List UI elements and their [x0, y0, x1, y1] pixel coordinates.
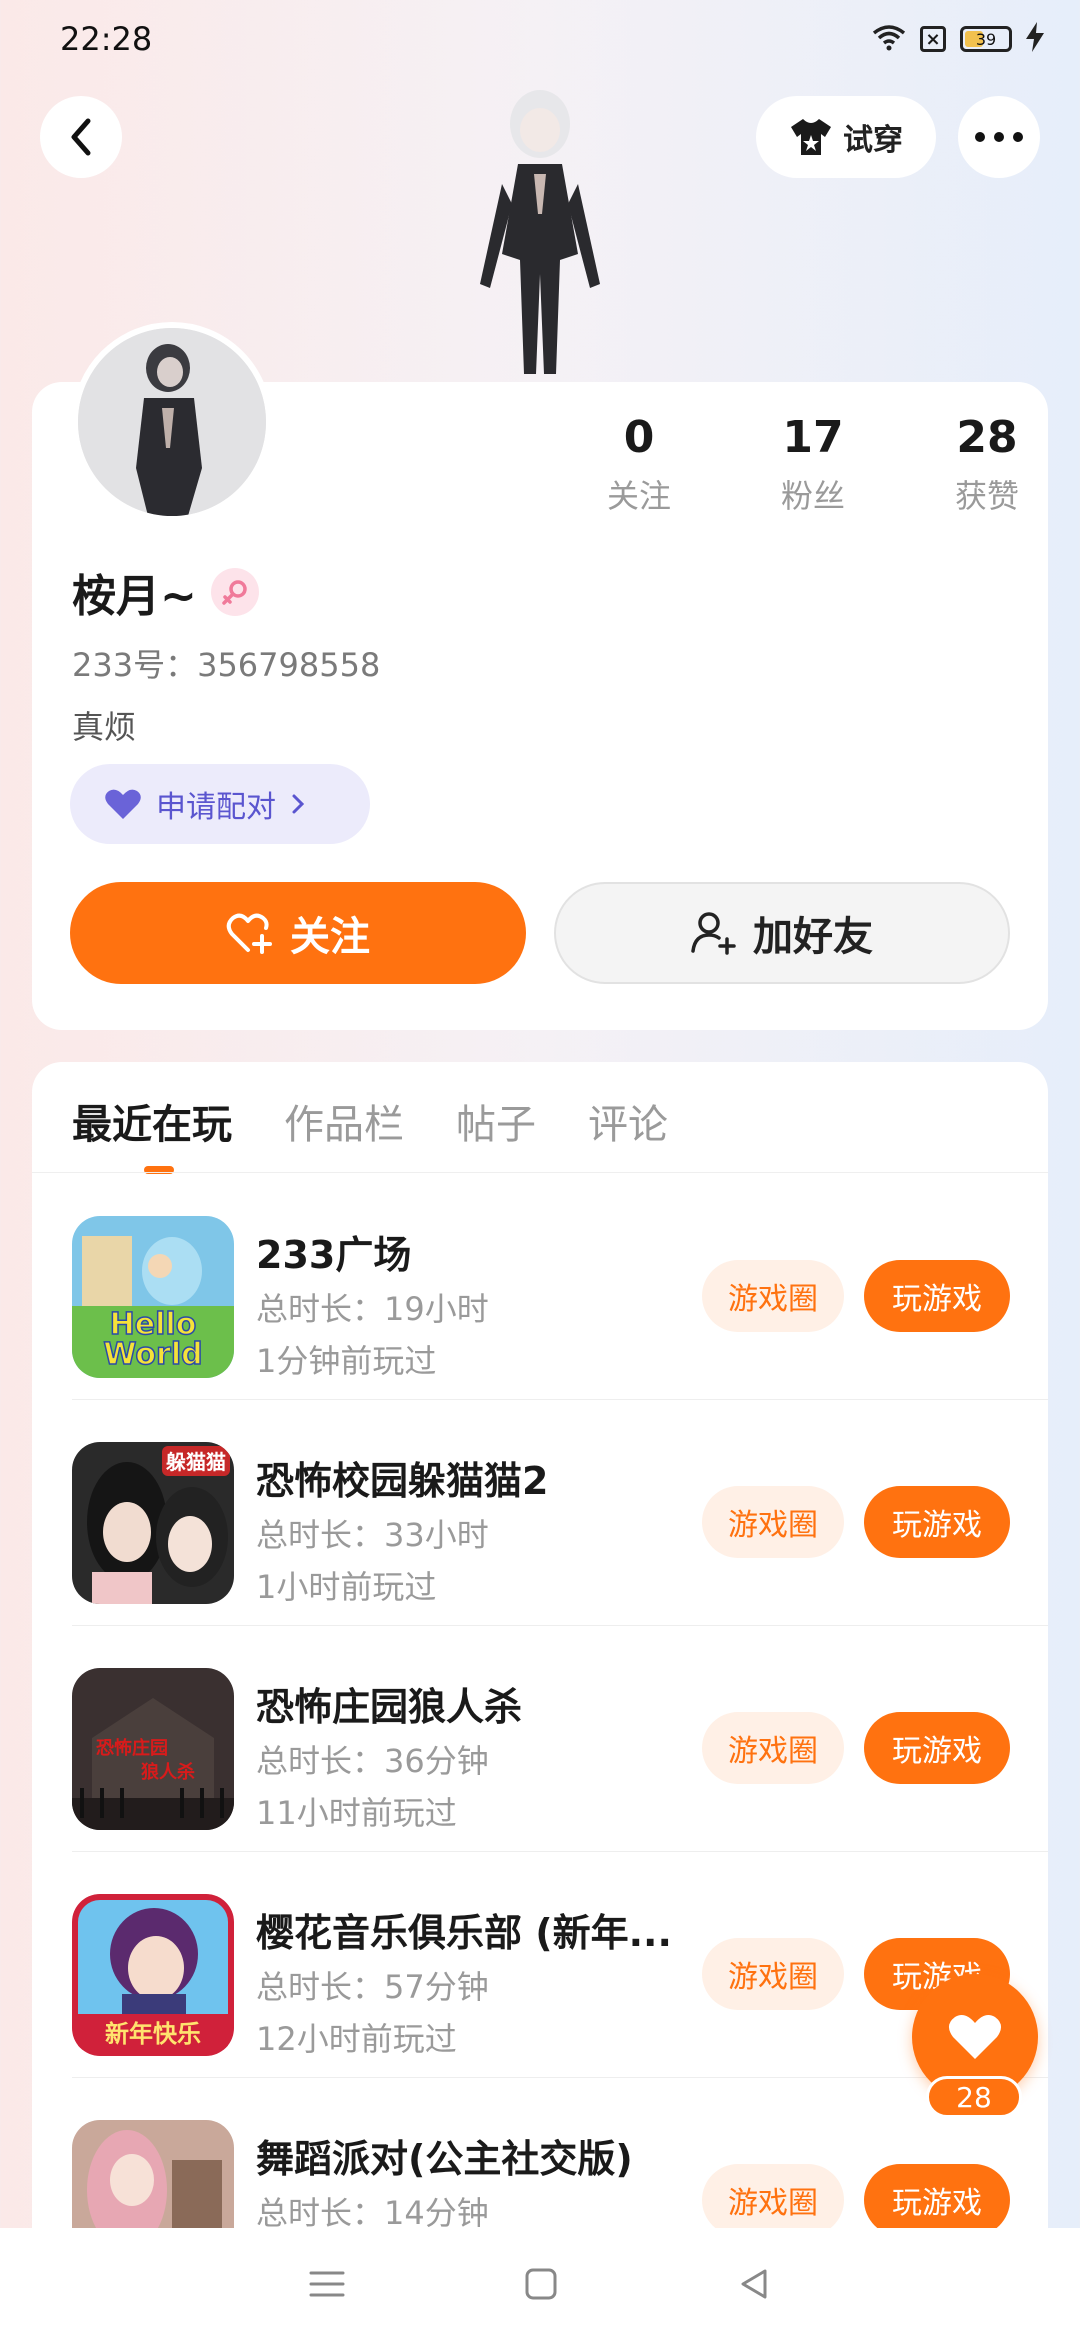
chevron-right-icon — [292, 794, 305, 814]
game-icon: Hello World — [72, 1216, 234, 1378]
play-game-button[interactable]: 玩游戏 — [864, 1260, 1010, 1332]
game-icon: 躲猫猫 — [72, 1442, 234, 1604]
stat-followers[interactable]: 17 粉丝 — [726, 412, 900, 517]
game-last-played: 11小时前玩过 — [256, 1794, 457, 1832]
game-last-played: 12小时前玩过 — [256, 2020, 457, 2058]
play-game-button[interactable]: 玩游戏 — [864, 1486, 1010, 1558]
system-nav-bar — [0, 2228, 1080, 2340]
sim-off-icon: × — [920, 26, 946, 52]
stat-label: 关注 — [606, 477, 671, 515]
svg-text:新年快乐: 新年快乐 — [105, 2020, 201, 2048]
list-item[interactable]: 躲猫猫 恐怖校园躲猫猫2 总时长：33小时 1小时前玩过 游戏圈 玩游戏 — [32, 1400, 1048, 1626]
user-name: 桉月~ — [72, 571, 197, 622]
profile-card: 0 关注 17 粉丝 28 获赞 桉月~ 233号：356798558 真烦 申… — [32, 322, 1048, 1030]
game-circle-button[interactable]: 游戏圈 — [702, 1712, 844, 1784]
follow-button[interactable]: 关注 — [70, 882, 526, 984]
game-title: 233广场 — [256, 1233, 412, 1277]
heart-icon — [105, 789, 141, 819]
female-gender-icon — [210, 568, 259, 616]
game-duration: 总时长：33小时 — [256, 1516, 489, 1554]
play-game-button[interactable]: 玩游戏 — [864, 1712, 1010, 1784]
wifi-icon — [872, 23, 906, 55]
user-id: 233号：356798558 — [72, 646, 381, 684]
heart-plus-icon — [226, 913, 272, 954]
game-title: 舞蹈派对(公主社交版) — [256, 2137, 633, 2181]
svg-text:恐怖庄园: 恐怖庄园 — [96, 1737, 168, 1759]
heart-icon — [948, 2015, 1002, 2059]
tab-recently-played[interactable]: 最近在玩 — [72, 1092, 232, 1150]
add-friend-button[interactable]: 加好友 — [554, 882, 1010, 984]
play-game-button[interactable]: 玩游戏 — [864, 2164, 1010, 2236]
list-item[interactable]: Hello World 233广场 总时长：19小时 1分钟前玩过 游戏圈 玩游… — [32, 1174, 1048, 1400]
game-icon: 新年快乐 — [72, 1894, 234, 2056]
battery-icon: 39 — [960, 26, 1012, 52]
stat-value: 17 — [782, 412, 844, 463]
game-duration: 总时长：57分钟 — [256, 1968, 489, 2006]
profile-tabs: 最近在玩 作品栏 帖子 评论 — [72, 1092, 668, 1150]
status-icons: × 39 — [872, 22, 1044, 56]
stat-following[interactable]: 0 关注 — [552, 412, 726, 517]
game-title: 恐怖校园躲猫猫2 — [256, 1459, 549, 1503]
status-time: 22:28 — [60, 20, 153, 58]
home-icon[interactable] — [524, 2267, 558, 2301]
status-bar: 22:28 × 39 — [0, 0, 1080, 80]
battery-level: 39 — [975, 29, 997, 49]
tshirt-icon — [791, 119, 831, 155]
request-match-label: 申请配对 — [156, 790, 276, 825]
avatar[interactable] — [72, 322, 272, 522]
stat-likes[interactable]: 28 获赞 — [900, 412, 1074, 517]
game-last-played: 1小时前玩过 — [256, 1568, 437, 1606]
profile-stats: 0 关注 17 粉丝 28 获赞 — [552, 412, 1074, 517]
follow-label: 关注 — [290, 914, 370, 960]
game-circle-button[interactable]: 游戏圈 — [702, 1938, 844, 2010]
request-match-button[interactable]: 申请配对 — [70, 764, 370, 844]
svg-text:狼人杀: 狼人杀 — [141, 1761, 195, 1783]
game-duration: 总时长：36分钟 — [256, 1742, 489, 1780]
game-circle-button[interactable]: 游戏圈 — [702, 2164, 844, 2236]
add-user-icon — [691, 912, 736, 955]
try-on-button[interactable]: 试穿 — [756, 96, 936, 178]
svg-text:World: World — [103, 1337, 202, 1372]
back-nav-icon[interactable] — [737, 2267, 771, 2301]
hero-avatar-figure — [460, 84, 620, 384]
game-duration: 总时长：19小时 — [256, 1290, 489, 1328]
stat-label: 粉丝 — [780, 477, 845, 515]
tab-works[interactable]: 作品栏 — [284, 1092, 404, 1150]
divider — [32, 1172, 1048, 1173]
like-count-badge: 28 — [926, 2076, 1022, 2118]
menu-icon[interactable] — [309, 2269, 345, 2299]
list-item[interactable]: 新年快乐 樱花音乐俱乐部 (新年... 总时长：57分钟 12小时前玩过 游戏圈… — [32, 1852, 1048, 2078]
try-on-label: 试穿 — [843, 123, 903, 158]
game-circle-button[interactable]: 游戏圈 — [702, 1486, 844, 1558]
list-item[interactable]: 恐怖庄园 狼人杀 恐怖庄园狼人杀 总时长：36分钟 11小时前玩过 游戏圈 玩游… — [32, 1626, 1048, 1852]
add-friend-label: 加好友 — [753, 914, 873, 960]
name-row: 桉月~ — [72, 560, 259, 624]
chevron-left-icon — [71, 118, 91, 156]
stat-value: 28 — [956, 412, 1018, 463]
content-card: 最近在玩 作品栏 帖子 评论 Hello World 233广场 总时长：19小… — [32, 1062, 1048, 2340]
charging-icon — [1026, 22, 1044, 56]
game-circle-button[interactable]: 游戏圈 — [702, 1260, 844, 1332]
more-button[interactable] — [958, 96, 1040, 178]
user-bio: 真烦 — [72, 708, 137, 746]
game-title: 恐怖庄园狼人杀 — [256, 1685, 523, 1729]
stat-label: 获赞 — [954, 477, 1019, 515]
game-icon: 恐怖庄园 狼人杀 — [72, 1668, 234, 1830]
tab-posts[interactable]: 帖子 — [456, 1092, 536, 1150]
stat-value: 0 — [623, 412, 655, 463]
game-last-played: 1分钟前玩过 — [256, 1342, 437, 1380]
game-title: 樱花音乐俱乐部 (新年... — [256, 1911, 672, 1955]
back-button[interactable] — [40, 96, 122, 178]
tab-comments[interactable]: 评论 — [588, 1092, 668, 1150]
svg-text:躲猫猫: 躲猫猫 — [166, 1450, 226, 1474]
more-dots-icon — [975, 132, 1023, 142]
